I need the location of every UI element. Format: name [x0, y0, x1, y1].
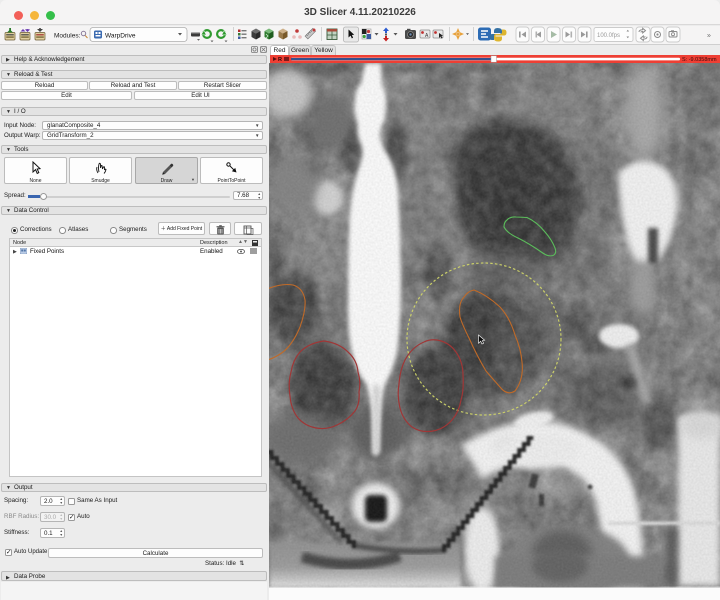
svg-text:WarpDrive: WarpDrive — [105, 32, 136, 39]
svg-text:»: » — [707, 33, 711, 40]
svg-text:100.0fps: 100.0fps — [597, 33, 620, 39]
svg-text:Modules:: Modules: — [54, 33, 81, 40]
